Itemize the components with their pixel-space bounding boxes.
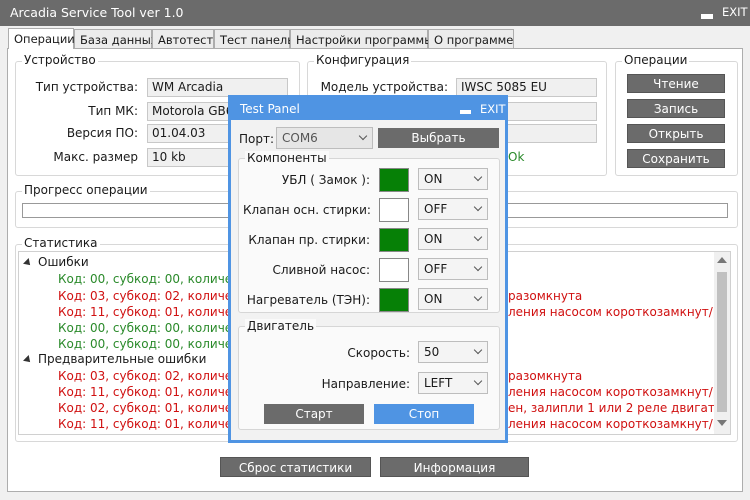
tab-database[interactable]: База данных: [74, 29, 158, 49]
statistics-group-title: Статистика: [22, 236, 100, 250]
prewash-valve-indicator: [379, 228, 409, 252]
pre-errors-label: Предварительные ошибки: [38, 352, 207, 366]
tree-node-errors[interactable]: Ошибки: [23, 255, 89, 269]
minimize-icon[interactable]: [460, 110, 471, 114]
mcu-type-label: Тип МК:: [88, 104, 138, 118]
minimize-icon[interactable]: [701, 14, 713, 19]
motor-group-title: Двигатель: [245, 319, 317, 333]
speed-select[interactable]: 50: [418, 341, 488, 363]
save-button[interactable]: Сохранить: [627, 149, 725, 168]
tab-autotest[interactable]: Автотест: [152, 29, 214, 49]
chevron-down-icon: [473, 345, 483, 355]
max-size-label: Макс. размер: [53, 150, 138, 164]
prewash-valve-state-select[interactable]: ON: [418, 228, 488, 250]
test-panel-dialog: Test Panel EXIT Порт: COM6 Выбрать Компо…: [228, 95, 508, 443]
test-panel-title: Test Panel: [240, 102, 300, 116]
scroll-down-icon[interactable]: [717, 420, 727, 426]
firmware-version-label: Версия ПО:: [66, 126, 138, 140]
stop-button[interactable]: Стоп: [374, 404, 474, 424]
lock-indicator: [379, 168, 409, 192]
port-label: Порт:: [239, 132, 275, 146]
operations-group-title: Операции: [622, 53, 690, 67]
reset-statistics-button[interactable]: Сброс статистики: [220, 457, 371, 477]
expand-arrow-icon[interactable]: [23, 354, 33, 365]
open-button[interactable]: Открыть: [627, 124, 725, 143]
main-wash-valve-label: Клапан осн. стирки:: [243, 203, 371, 217]
start-button[interactable]: Старт: [264, 404, 364, 424]
lock-label: УБЛ ( Замок ):: [281, 173, 370, 187]
exit-button[interactable]: EXIT: [722, 5, 748, 19]
error-row-tail: разомкнута: [508, 289, 583, 303]
prewash-valve-label: Клапан пр. стирки:: [248, 233, 370, 247]
scroll-thumb[interactable]: [717, 272, 727, 412]
scroll-up-icon[interactable]: [717, 257, 727, 263]
read-button[interactable]: Чтение: [627, 74, 725, 93]
tab-about[interactable]: О программе: [428, 29, 514, 49]
pre-error-row-tail: ен, залипли 1 или 2 реле двигателя (ко: [508, 401, 731, 415]
main-wash-valve-state-select[interactable]: OFF: [418, 198, 488, 220]
information-button[interactable]: Информация: [380, 457, 529, 477]
tree-node-pre-errors[interactable]: Предварительные ошибки: [23, 352, 207, 366]
components-group-title: Компоненты: [245, 151, 329, 165]
heater-indicator: [379, 288, 409, 312]
drain-pump-indicator: [379, 258, 409, 282]
main-wash-valve-indicator: [379, 198, 409, 222]
error-row-tail: ления насосом короткозамкнут/реле п: [508, 305, 731, 319]
drain-pump-label: Сливной насос:: [272, 263, 371, 277]
pre-error-row-tail: ления насосом короткозамкнут/реле п: [508, 385, 731, 399]
heater-label: Нагреватель (ТЭН):: [246, 293, 370, 307]
pre-error-row-tail: разомкнута: [508, 369, 583, 383]
tab-test-panel[interactable]: Тест панель: [214, 29, 294, 49]
tab-program-settings[interactable]: Настройки программы: [290, 29, 433, 49]
device-type-label: Тип устройства:: [35, 80, 138, 94]
chevron-down-icon: [473, 232, 483, 242]
pre-error-row-tail: ления насосом короткозамкнут/реле п: [508, 417, 731, 431]
port-select[interactable]: COM6: [276, 127, 373, 149]
config-group-title: Конфигурация: [314, 53, 412, 67]
expand-arrow-icon[interactable]: [23, 257, 33, 268]
tab-operations[interactable]: Операции: [8, 28, 75, 49]
write-button[interactable]: Запись: [627, 99, 725, 118]
chevron-down-icon: [358, 131, 368, 141]
drain-pump-state-select[interactable]: OFF: [418, 258, 488, 280]
lock-state-select[interactable]: ON: [418, 168, 488, 190]
direction-label: Направление:: [321, 377, 410, 391]
progress-group-title: Прогресс операции: [22, 183, 150, 197]
main-titlebar: Arcadia Service Tool ver 1.0 EXIT: [0, 0, 750, 26]
direction-select[interactable]: LEFT: [418, 372, 488, 394]
chevron-down-icon: [473, 202, 483, 212]
chevron-down-icon: [473, 172, 483, 182]
select-port-button[interactable]: Выбрать: [378, 128, 499, 148]
errors-label: Ошибки: [38, 255, 89, 269]
chevron-down-icon: [473, 262, 483, 272]
heater-state-select[interactable]: ON: [418, 288, 488, 310]
speed-label: Скорость:: [347, 346, 410, 360]
config-status: Ok: [508, 150, 525, 164]
chevron-down-icon: [473, 376, 483, 386]
device-model-label: Модель устройства:: [320, 80, 448, 94]
device-group-title: Устройство: [22, 53, 98, 67]
test-panel-titlebar: Test Panel EXIT: [231, 98, 506, 120]
statistics-scrollbar[interactable]: [714, 252, 730, 434]
chevron-down-icon: [473, 292, 483, 302]
test-panel-exit-button[interactable]: EXIT: [480, 102, 506, 116]
window-title: Arcadia Service Tool ver 1.0: [10, 5, 184, 20]
